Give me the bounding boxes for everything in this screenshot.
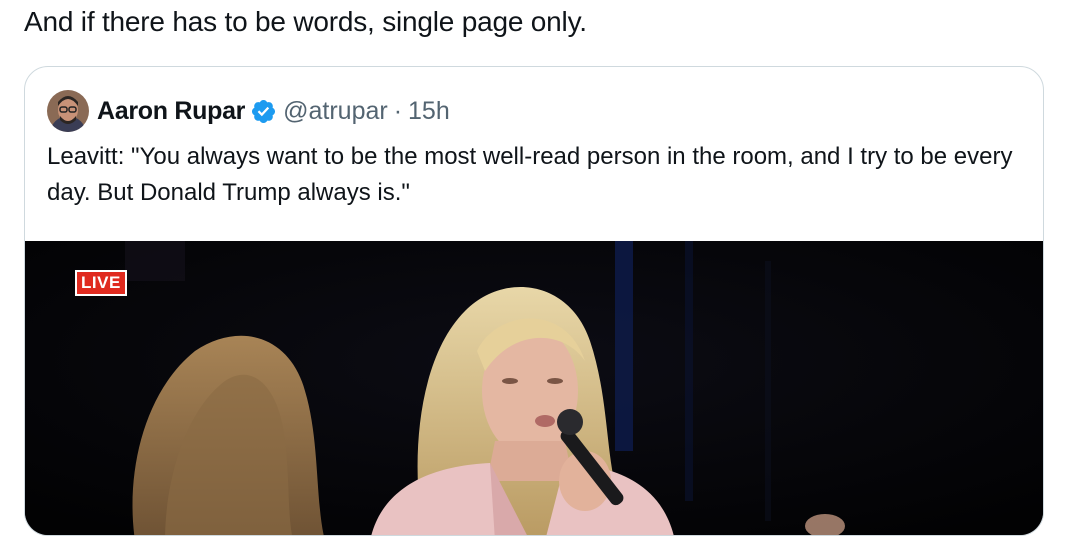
quoted-tweet-body: Leavitt: "You always want to be the most…	[47, 143, 1013, 206]
live-badge: LIVE	[75, 270, 127, 296]
tweet-text: And if there has to be words, single pag…	[24, 6, 587, 37]
video-frame	[25, 241, 1043, 535]
author-handle[interactable]: @atrupar	[283, 97, 388, 126]
video-player[interactable]: LIVE	[25, 241, 1043, 535]
quoted-tweet-card[interactable]: Aaron Rupar @atrupar · 15h Leavitt: "You…	[24, 66, 1044, 536]
verified-badge-icon	[252, 99, 276, 123]
author-name[interactable]: Aaron Rupar	[97, 97, 245, 126]
separator-dot: ·	[393, 96, 403, 125]
timestamp[interactable]: 15h	[408, 97, 450, 126]
quoted-tweet-header: Aaron Rupar @atrupar · 15h	[47, 89, 450, 133]
avatar[interactable]	[47, 90, 89, 132]
